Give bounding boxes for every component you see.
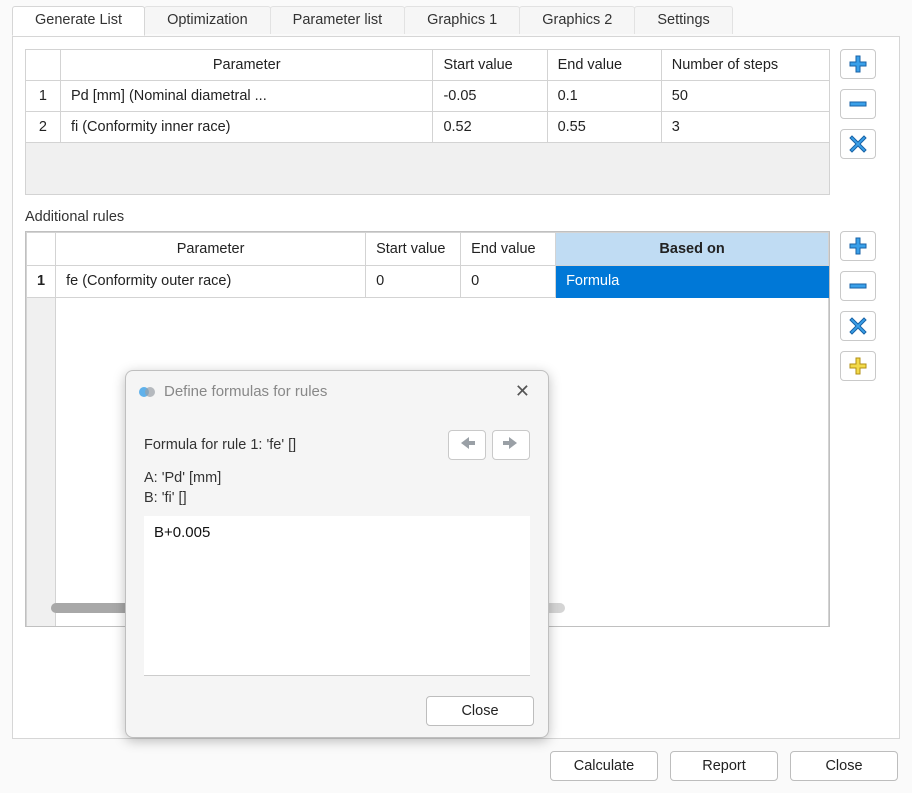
col-parameter[interactable]: Parameter [60,50,433,81]
cell-num-steps[interactable]: 50 [661,81,829,112]
cell-based-on[interactable]: Formula [556,265,829,298]
top-side-buttons [840,49,876,159]
col-parameter[interactable]: Parameter [56,233,366,266]
tab-generate-list[interactable]: Generate List [12,6,145,36]
cell-end-value[interactable]: 0.55 [547,112,661,143]
cell-start-value[interactable]: -0.05 [433,81,547,112]
plus-icon [848,54,868,74]
table-row[interactable]: 1 Pd [mm] (Nominal diametral ... -0.05 0… [26,81,830,112]
col-start-value[interactable]: Start value [433,50,547,81]
dialog-close-button[interactable]: Close [426,696,534,726]
add-rule-button[interactable] [840,231,876,261]
minus-icon [848,94,868,114]
formula-input[interactable]: B+0.005 [144,516,530,676]
cell-end-value[interactable]: 0.1 [547,81,661,112]
additional-rules-label: Additional rules [25,209,887,225]
cell-end-value[interactable]: 0 [461,265,556,298]
minus-icon [848,276,868,296]
col-num-steps[interactable]: Number of steps [661,50,829,81]
col-end-value[interactable]: End value [461,233,556,266]
arrow-left-icon [457,435,477,455]
corner-cell [27,233,56,266]
cell-parameter[interactable]: Pd [mm] (Nominal diametral ... [60,81,433,112]
formula-label: Formula for rule 1: 'fe' [] [144,437,442,453]
row-index: 2 [26,112,61,143]
tab-graphics-1[interactable]: Graphics 1 [404,6,520,34]
app-icon [138,383,156,401]
plus-icon [848,236,868,256]
variable-a-label: A: 'Pd' [mm] [144,470,530,486]
row-index: 1 [26,81,61,112]
clear-rules-button[interactable] [840,311,876,341]
variable-b-label: B: 'fi' [] [144,490,530,506]
add-formula-button[interactable] [840,351,876,381]
top-parameter-table[interactable]: Parameter Start value End value Number o… [25,49,830,195]
corner-cell [26,50,61,81]
cell-num-steps[interactable]: 3 [661,112,829,143]
row-index: 1 [27,265,56,298]
cell-start-value[interactable]: 0 [366,265,461,298]
clear-rows-button[interactable] [840,129,876,159]
plus-yellow-icon [848,356,868,376]
table-row[interactable]: 2 fi (Conformity inner race) 0.52 0.55 3 [26,112,830,143]
calculate-button[interactable]: Calculate [550,751,658,781]
tab-graphics-2[interactable]: Graphics 2 [519,6,635,34]
cell-start-value[interactable]: 0.52 [433,112,547,143]
close-button[interactable]: Close [790,751,898,781]
cell-parameter[interactable]: fi (Conformity inner race) [60,112,433,143]
close-icon[interactable]: ✕ [509,379,536,404]
col-start-value[interactable]: Start value [366,233,461,266]
arrow-right-icon [501,435,521,455]
add-row-button[interactable] [840,49,876,79]
next-rule-button[interactable] [492,430,530,460]
tab-bar: Generate List Optimization Parameter lis… [12,6,732,34]
prev-rule-button[interactable] [448,430,486,460]
row-gutter [27,298,56,628]
dialog-title: Define formulas for rules [164,383,327,400]
x-icon [848,134,868,154]
tab-settings[interactable]: Settings [634,6,732,34]
tab-optimization[interactable]: Optimization [144,6,271,34]
report-button[interactable]: Report [670,751,778,781]
table-spacer [26,143,830,195]
define-formulas-dialog: Define formulas for rules ✕ Formula for … [125,370,549,738]
col-end-value[interactable]: End value [547,50,661,81]
cell-parameter[interactable]: fe (Conformity outer race) [56,265,366,298]
rules-side-buttons [840,231,876,381]
remove-rule-button[interactable] [840,271,876,301]
x-icon [848,316,868,336]
col-based-on[interactable]: Based on [556,233,829,266]
remove-row-button[interactable] [840,89,876,119]
table-row[interactable]: 1 fe (Conformity outer race) 0 0 Formula [27,265,829,298]
dialog-titlebar[interactable]: Define formulas for rules ✕ [126,371,548,412]
footer-buttons: Calculate Report Close [550,751,898,781]
tab-parameter-list[interactable]: Parameter list [270,6,405,34]
